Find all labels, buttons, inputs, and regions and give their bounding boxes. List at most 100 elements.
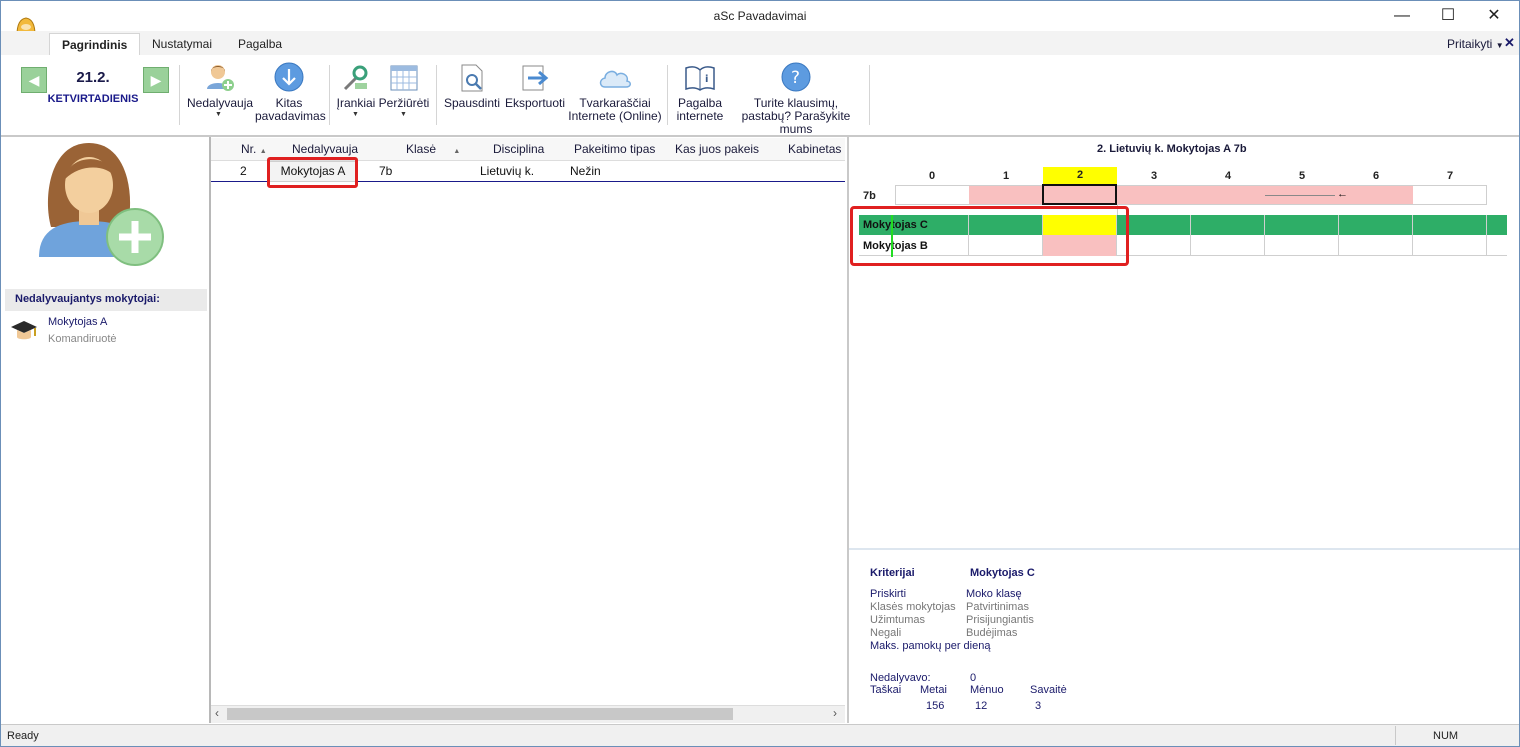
status-bar bbox=[1, 724, 1519, 746]
close-button[interactable]: ✕ bbox=[1471, 1, 1517, 31]
tools-icon bbox=[343, 65, 368, 91]
class-lesson-cell[interactable] bbox=[1117, 186, 1191, 204]
criteria-teacher: Mokytojas C bbox=[970, 567, 1035, 579]
graduation-cap-icon bbox=[11, 321, 37, 340]
highlight-box-teachers bbox=[850, 206, 1129, 266]
absent-teachers-title: Nedalyvaujantys mokytojai: bbox=[15, 293, 160, 305]
close-ribbon-icon[interactable]: ✕ bbox=[1504, 35, 1515, 51]
date-label: 21.2. bbox=[76, 69, 110, 86]
class-lesson-cell[interactable] bbox=[1339, 186, 1413, 204]
teacher-avatar-add-icon[interactable] bbox=[37, 139, 167, 269]
scrollbar-thumb[interactable] bbox=[227, 708, 733, 720]
tt-gridline bbox=[1486, 215, 1487, 256]
pane-divider bbox=[849, 548, 1519, 550]
scroll-left-icon[interactable]: ‹ bbox=[215, 706, 219, 720]
status-separator bbox=[1395, 726, 1396, 745]
criteria-duty: Budėjimas bbox=[966, 627, 1018, 639]
next-day-button[interactable]: ▶ bbox=[143, 67, 169, 93]
export-button[interactable]: Eksportuoti bbox=[503, 61, 567, 123]
absent-teacher-button[interactable]: Nedalyvauja ▼ bbox=[187, 61, 253, 123]
ribbon-separator bbox=[869, 65, 870, 125]
tt-gridline bbox=[1190, 215, 1191, 256]
customize-label: Pritaikyti bbox=[1447, 37, 1493, 51]
print-button[interactable]: Spausdinti bbox=[442, 61, 502, 123]
row-substitution-type[interactable]: Nežin bbox=[570, 164, 601, 178]
criteria-teaches-class: Moko klasę bbox=[966, 588, 1022, 600]
scroll-right-icon[interactable]: › bbox=[833, 706, 837, 720]
tt-gridline bbox=[1412, 215, 1413, 256]
tools-button[interactable]: Įrankiai ▼ bbox=[335, 61, 377, 123]
ribbon-separator bbox=[329, 65, 330, 125]
period-2: 2 bbox=[1043, 167, 1117, 184]
previous-day-button[interactable]: ◀ bbox=[21, 67, 47, 93]
tab-pagalba[interactable]: Pagalba bbox=[226, 33, 294, 55]
svg-text:?: ? bbox=[791, 68, 800, 88]
tools-label: Įrankiai bbox=[336, 96, 376, 110]
online-help-button[interactable]: i Pagalba internete bbox=[671, 61, 729, 123]
row-nr: 2 bbox=[240, 164, 247, 178]
period-5: 5 bbox=[1298, 170, 1306, 182]
ribbon-separator bbox=[667, 65, 668, 125]
criteria-max-lessons: Maks. pamokų per dieną bbox=[870, 640, 991, 652]
tab-pagrindinis[interactable]: Pagrindinis bbox=[49, 33, 141, 56]
absent-teacher-status: Komandiruotė bbox=[48, 333, 117, 345]
substitutions-grid bbox=[209, 137, 847, 723]
absent-count-label: Nedalyvavo: bbox=[870, 672, 931, 684]
chevron-down-icon: ▼ bbox=[400, 111, 407, 118]
sort-asc-icon: ▲ bbox=[259, 148, 267, 155]
cloud-icon bbox=[599, 70, 631, 88]
column-header-type[interactable]: Pakeitimo tipas bbox=[574, 142, 655, 156]
maximize-button[interactable]: ☐ bbox=[1425, 1, 1471, 31]
num-lock-indicator: NUM bbox=[1433, 730, 1459, 742]
window-title: aSc Pavadavimai bbox=[713, 9, 807, 23]
period-1: 1 bbox=[1002, 170, 1010, 182]
svg-text:i: i bbox=[705, 74, 708, 85]
period-4: 4 bbox=[1224, 170, 1232, 182]
criteria-assigned: Priskirti bbox=[870, 588, 907, 600]
tab-nustatymai[interactable]: Nustatymai bbox=[140, 33, 224, 55]
timetable-title: 2. Lietuvių k. Mokytojas A 7b bbox=[1097, 143, 1247, 155]
question-icon: ? bbox=[781, 62, 811, 92]
column-header-subject[interactable]: Disciplina bbox=[493, 142, 544, 156]
sort-asc-icon: ▲ bbox=[453, 148, 461, 155]
absent-teachers-header: Nedalyvaujantys mokytojai: bbox=[5, 289, 207, 311]
print-label: Spausdinti bbox=[443, 96, 501, 110]
criteria-class-teacher: Klasės mokytojas bbox=[870, 601, 956, 613]
column-header-class[interactable]: Klasė ▲ bbox=[406, 142, 460, 156]
customize-menu[interactable]: Pritaikyti ▼ bbox=[1447, 37, 1504, 51]
other-substitution-button[interactable]: Kitas pavadavimas bbox=[255, 61, 326, 123]
column-header-nr[interactable]: Nr. ▲ bbox=[241, 142, 267, 156]
column-header-room[interactable]: Kabinetas bbox=[788, 142, 841, 156]
view-button[interactable]: Peržiūrėti ▼ bbox=[378, 61, 430, 123]
class-row-label: 7b bbox=[863, 190, 876, 202]
absent-teacher-list-item[interactable]: Mokytojas A Komandiruotė bbox=[5, 313, 207, 349]
criteria-title: Kriterijai bbox=[870, 567, 915, 579]
chevron-down-icon: ▼ bbox=[215, 111, 222, 118]
view-label: Peržiūrėti bbox=[378, 96, 430, 110]
minimize-button[interactable]: — bbox=[1379, 1, 1425, 31]
help-label-2: internete bbox=[676, 109, 724, 123]
column-header-absent[interactable]: Nedalyvauja bbox=[292, 142, 358, 156]
class-lesson-cell[interactable] bbox=[969, 186, 1043, 204]
year-label: Metai bbox=[920, 684, 947, 696]
class-lesson-cell-selected[interactable] bbox=[1042, 184, 1117, 205]
column-header-replacement[interactable]: Kas juos pakeis bbox=[675, 142, 759, 156]
chevron-down-icon: ▼ bbox=[1495, 41, 1504, 50]
status-text: Ready bbox=[7, 730, 39, 742]
arrow-right-icon: ▶ bbox=[150, 72, 162, 88]
tt-gridline bbox=[1264, 215, 1265, 256]
week-value: 3 bbox=[1035, 700, 1042, 712]
teacher-add-icon bbox=[207, 65, 234, 91]
feedback-button[interactable]: ? Turite klausimų, pastabų? Parašykite m… bbox=[729, 61, 863, 136]
other-label-2: pavadavimas bbox=[255, 109, 326, 123]
month-value: 12 bbox=[975, 700, 988, 712]
period-6: 6 bbox=[1372, 170, 1380, 182]
year-value: 156 bbox=[926, 700, 945, 712]
criteria-occupancy: Užimtumas bbox=[870, 614, 926, 626]
online-timetables-button[interactable]: Tvarkaraščiai Internete (Online) bbox=[567, 61, 663, 123]
period-0: 0 bbox=[928, 170, 936, 182]
arrow-left-icon: ← bbox=[1337, 188, 1348, 200]
class-lesson-cell[interactable] bbox=[1191, 186, 1265, 204]
ribbon-separator bbox=[436, 65, 437, 125]
criteria-cannot: Negali bbox=[870, 627, 902, 639]
